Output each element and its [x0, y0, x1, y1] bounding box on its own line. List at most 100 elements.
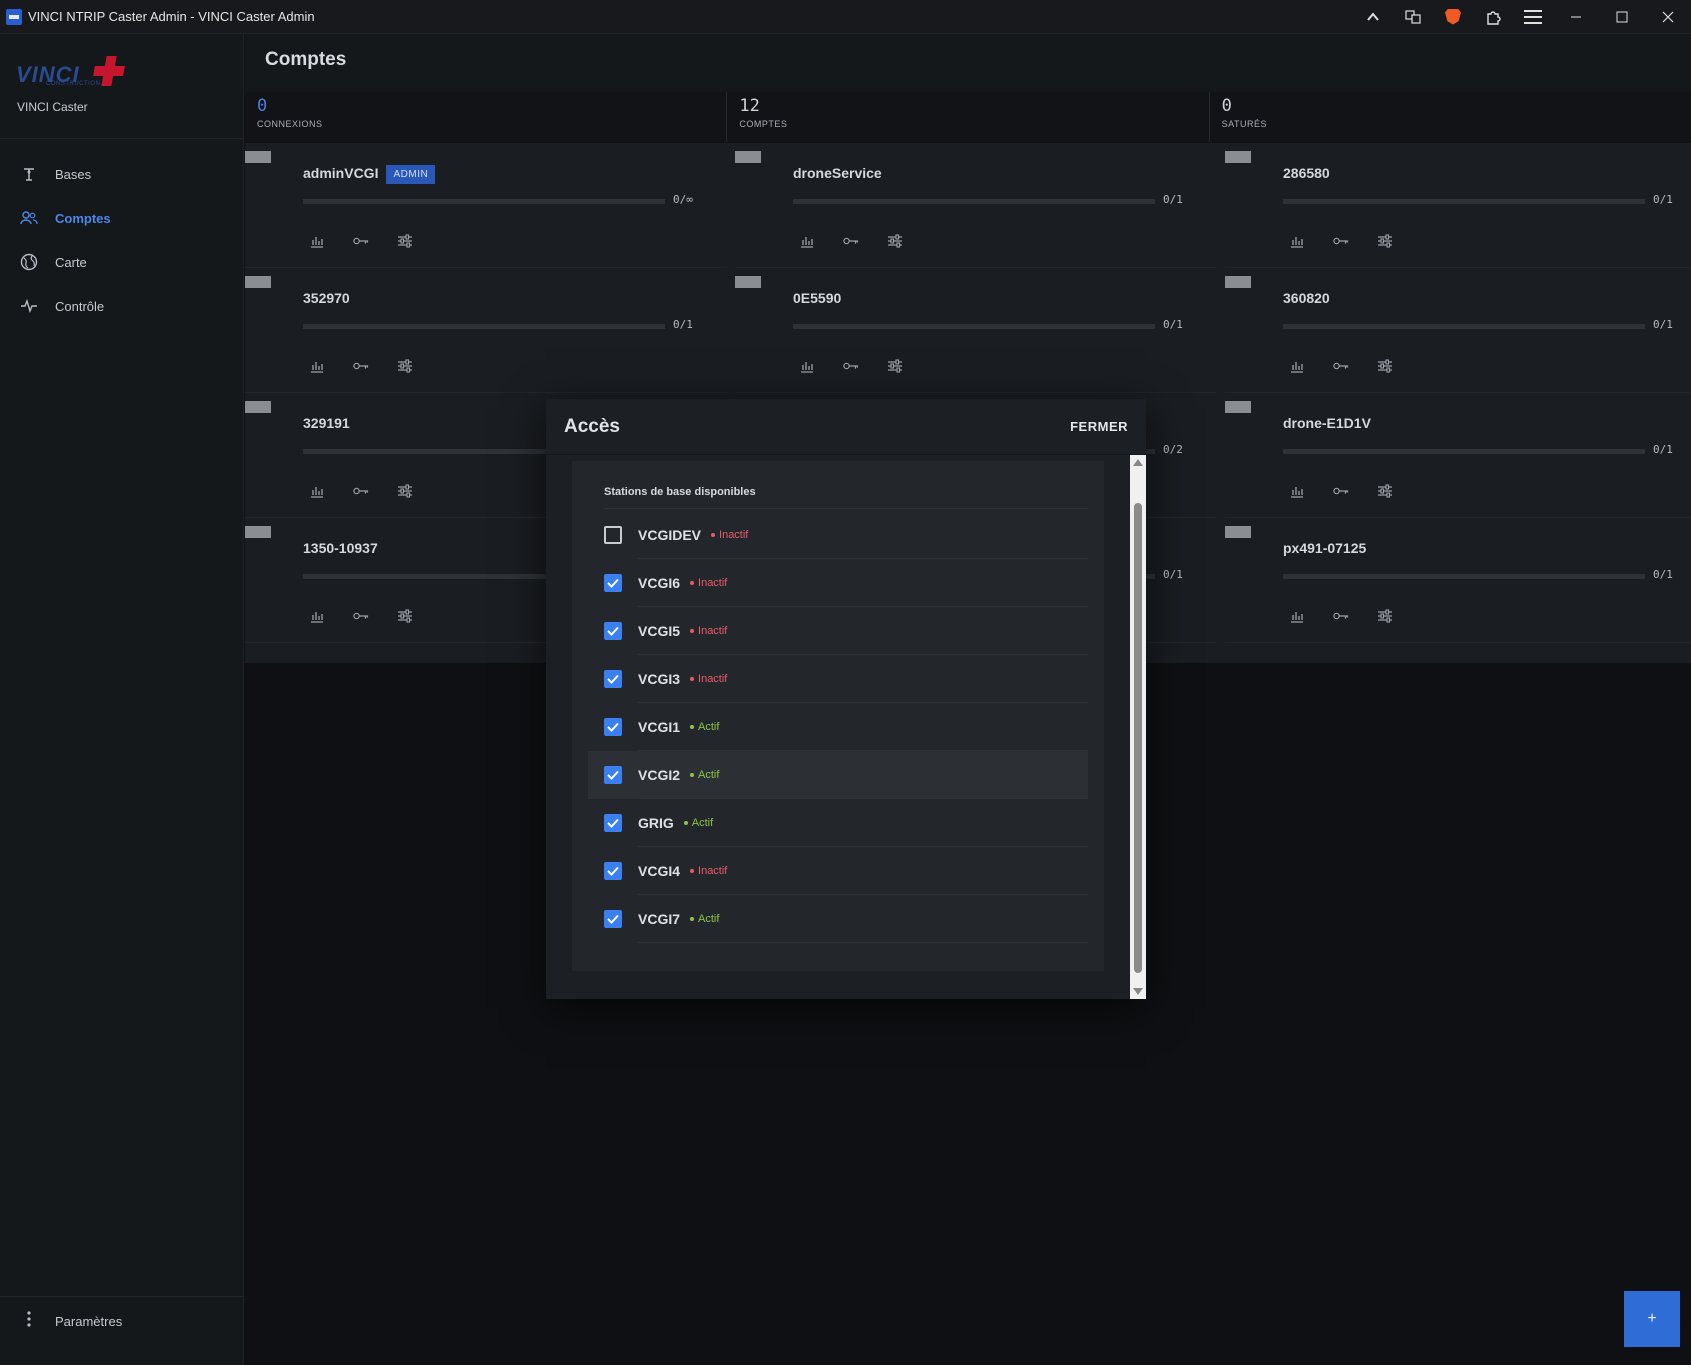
sidebar-divider: [0, 1296, 243, 1297]
account-card[interactable]: 286580 0/1: [1225, 143, 1691, 268]
sidebar: VINCI CONSTRUCTION VINCI Caster Bases Co…: [0, 34, 244, 1365]
settings-sliders-icon[interactable]: [1377, 358, 1393, 374]
stat-value: 12: [739, 96, 760, 116]
users-icon: [20, 209, 38, 227]
station-item[interactable]: VCGI1 Actif: [588, 703, 1088, 751]
station-checkbox[interactable]: [604, 910, 622, 928]
account-quota: 0/1: [673, 318, 693, 331]
extensions-icon[interactable]: [1473, 0, 1513, 34]
key-icon[interactable]: [353, 233, 369, 249]
key-icon[interactable]: [353, 483, 369, 499]
account-tag: [245, 276, 271, 288]
account-tag: [245, 151, 271, 163]
stats-icon[interactable]: [1289, 358, 1305, 374]
station-item[interactable]: VCGI5 Inactif: [588, 607, 1088, 655]
key-icon[interactable]: [1333, 358, 1349, 374]
account-card[interactable]: 360820 0/1: [1225, 268, 1691, 393]
station-name: VCGI5: [638, 623, 681, 639]
dialog-scrollbar[interactable]: [1130, 455, 1146, 999]
add-account-button[interactable]: +: [1624, 1291, 1680, 1347]
stats-icon[interactable]: [1289, 483, 1305, 499]
stats-icon[interactable]: [309, 233, 325, 249]
translate-icon[interactable]: [1393, 0, 1433, 34]
key-icon[interactable]: [843, 233, 859, 249]
station-checkbox[interactable]: [604, 526, 622, 544]
settings-sliders-icon[interactable]: [397, 483, 413, 499]
station-checkbox[interactable]: [604, 766, 622, 784]
sidebar-item-label: Paramètres: [55, 1314, 123, 1329]
station-checkbox[interactable]: [604, 862, 622, 880]
key-icon[interactable]: [353, 608, 369, 624]
sidebar-divider: [0, 138, 243, 139]
settings-sliders-icon[interactable]: [397, 608, 413, 624]
station-status: Actif: [690, 913, 719, 925]
menu-icon[interactable]: [1513, 0, 1553, 34]
scroll-down-arrow-icon[interactable]: [1133, 988, 1143, 995]
account-quota: 0/1: [1163, 193, 1183, 206]
scroll-up-arrow-icon[interactable]: [1133, 459, 1143, 466]
close-window-icon[interactable]: [1645, 0, 1691, 34]
station-checkbox[interactable]: [604, 622, 622, 640]
key-icon[interactable]: [1333, 483, 1349, 499]
window-title: VINCI NTRIP Caster Admin - VINCI Caster …: [28, 9, 315, 24]
station-checkbox[interactable]: [604, 718, 622, 736]
maximize-icon[interactable]: [1599, 0, 1645, 34]
account-card[interactable]: adminVCGI ADMIN 0/∞: [245, 143, 727, 268]
settings-sliders-icon[interactable]: [1377, 483, 1393, 499]
account-card[interactable]: droneService 0/1: [735, 143, 1217, 268]
station-item[interactable]: VCGI7 Actif: [588, 895, 1088, 943]
station-item[interactable]: VCGI3 Inactif: [588, 655, 1088, 703]
stat-value: 0: [257, 96, 268, 116]
settings-sliders-icon[interactable]: [1377, 233, 1393, 249]
station-item[interactable]: VCGI4 Inactif: [588, 847, 1088, 895]
station-item[interactable]: VCGIDEV Inactif: [588, 511, 1088, 559]
account-card[interactable]: 0E5590 0/1: [735, 268, 1217, 393]
station-status: Inactif: [690, 673, 727, 685]
sidebar-item-controle[interactable]: Contrôle: [0, 284, 243, 328]
close-button[interactable]: FERMER: [1070, 419, 1128, 434]
key-icon[interactable]: [1333, 233, 1349, 249]
status-dot-icon: [690, 629, 695, 633]
stats-icon[interactable]: [309, 483, 325, 499]
settings-sliders-icon[interactable]: [1377, 608, 1393, 624]
settings-sliders-icon[interactable]: [397, 358, 413, 374]
sidebar-item-parametres[interactable]: Paramètres: [20, 1311, 122, 1332]
stats-icon[interactable]: [799, 233, 815, 249]
station-item[interactable]: VCGI2 Actif: [588, 751, 1088, 799]
station-name: GRIG: [638, 815, 674, 831]
sidebar-item-bases[interactable]: Bases: [0, 152, 243, 196]
key-icon[interactable]: [843, 358, 859, 374]
scrollbar-thumb[interactable]: [1134, 503, 1142, 973]
settings-sliders-icon[interactable]: [887, 233, 903, 249]
settings-sliders-icon[interactable]: [887, 358, 903, 374]
station-name: VCGI4: [638, 863, 681, 879]
stats-icon[interactable]: [799, 358, 815, 374]
account-actions: [309, 483, 441, 499]
account-card[interactable]: px491-07125 0/1: [1225, 518, 1691, 643]
minimize-icon[interactable]: [1553, 0, 1599, 34]
stats-icon[interactable]: [1289, 608, 1305, 624]
chevron-up-icon[interactable]: [1353, 0, 1393, 34]
sidebar-item-carte[interactable]: Carte: [0, 240, 243, 284]
account-card[interactable]: 352970 0/1: [245, 268, 727, 393]
station-checkbox[interactable]: [604, 670, 622, 688]
sidebar-item-comptes[interactable]: Comptes: [0, 196, 243, 240]
stats-icon[interactable]: [309, 358, 325, 374]
station-checkbox[interactable]: [604, 574, 622, 592]
brave-shield-icon[interactable]: [1433, 0, 1473, 34]
account-quota: 0/1: [1163, 568, 1183, 581]
stats-icon[interactable]: [309, 608, 325, 624]
station-checkbox[interactable]: [604, 814, 622, 832]
key-icon[interactable]: [353, 358, 369, 374]
dialog-header: Accès FERMER: [546, 399, 1146, 455]
station-item[interactable]: VCGI6 Inactif: [588, 559, 1088, 607]
settings-sliders-icon[interactable]: [397, 233, 413, 249]
key-icon[interactable]: [1333, 608, 1349, 624]
access-dialog: Accès FERMER Stations de base disponible…: [546, 399, 1146, 999]
account-tag: [1225, 401, 1251, 413]
stats-icon[interactable]: [1289, 233, 1305, 249]
station-status: Inactif: [690, 577, 727, 589]
account-card[interactable]: drone-E1D1V 0/1: [1225, 393, 1691, 518]
account-actions: [309, 233, 441, 249]
station-item[interactable]: GRIG Actif: [588, 799, 1088, 847]
